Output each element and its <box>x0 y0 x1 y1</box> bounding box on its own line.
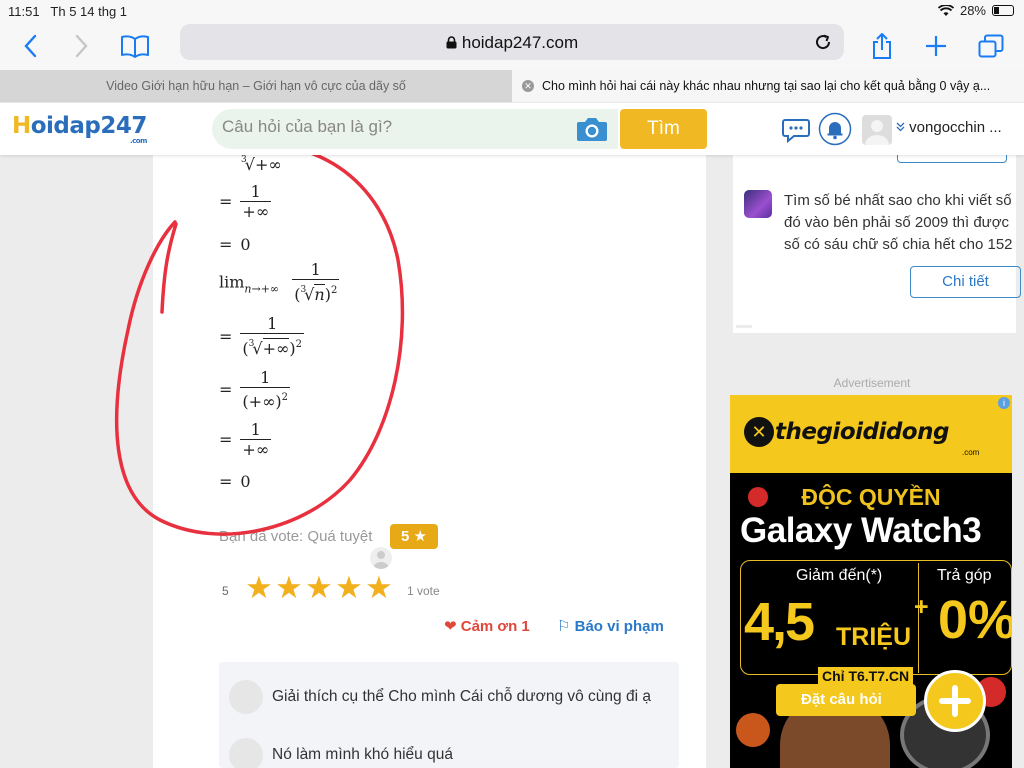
logo-text: Hoidap247 <box>12 113 147 139</box>
ad-brand-suffix: .com <box>962 448 980 457</box>
bell-icon[interactable] <box>818 112 852 146</box>
lock-icon <box>446 36 457 49</box>
wifi-icon <box>937 4 954 16</box>
camera-icon[interactable] <box>576 115 608 148</box>
search-button[interactable]: Tìm <box>620 109 707 149</box>
chevron-down-icon <box>896 122 905 132</box>
back-button[interactable] <box>12 28 48 64</box>
new-tab-button[interactable] <box>918 28 954 64</box>
voter-avatar <box>370 547 392 569</box>
ad-days: Chỉ T6.T7.CN <box>818 667 914 685</box>
book-icon <box>121 35 149 58</box>
sidebar: Tìm số bé nhất sao cho khi viết số đó và… <box>720 149 1024 768</box>
status-bar: 11:51 Th 5 14 thg 1 28% <box>0 0 1024 22</box>
math-line: = 1 +∞ <box>219 182 272 221</box>
math-limit-line: limn→+∞ 1 (3√n)2 <box>219 260 340 304</box>
ad-installment-value: 0% <box>938 590 1012 650</box>
comment-text: Nó làm mình khó hiểu quá <box>272 746 453 763</box>
tab-video-gioi-han[interactable]: Video Giới hạn hữu hạn – Giới hạn vô cực… <box>0 70 512 102</box>
comment-text: Giải thích cụ thể Cho mình Cái chỗ dương… <box>272 688 651 705</box>
your-vote-text: Bạn đã vote: Quá tuyệt <box>219 528 373 545</box>
detail-button[interactable]: Chi tiết <box>910 266 1021 298</box>
reload-icon <box>816 34 831 50</box>
site-header: Hoidap247 .com Tìm vongocchin ... <box>0 103 1024 155</box>
site-logo[interactable]: Hoidap247 .com <box>12 113 147 145</box>
ad-exclusive: ĐỘC QUYỀN <box>801 484 941 510</box>
flag-icon: ⚐ <box>557 618 571 635</box>
comment-avatar <box>229 738 263 768</box>
heart-icon: ❤ <box>444 618 457 635</box>
ad-discount-label: Giảm đến(*) <box>796 567 883 584</box>
thanks-label: Cảm ơn 1 <box>460 618 530 635</box>
ad-brand: thegioididong <box>775 419 949 445</box>
star-icon[interactable]: ★ <box>305 572 333 604</box>
related-question-text[interactable]: Tìm số bé nhất sao cho khi viết số đó và… <box>784 190 1022 256</box>
report-label: Báo vi phạm <box>574 618 664 635</box>
star-icon[interactable]: ★ <box>245 572 273 604</box>
star-icon[interactable]: ★ <box>365 572 393 604</box>
plus-icon <box>926 36 946 56</box>
user-menu[interactable]: vongocchin ... <box>896 119 1002 136</box>
tabs-icon <box>978 34 1004 58</box>
status-right: 28% <box>937 3 1014 18</box>
math-line: = 1 (+∞)2 <box>219 368 291 411</box>
forward-button[interactable] <box>64 28 100 64</box>
url-host: hoidap247.com <box>180 33 844 53</box>
brand-logo-icon: ✕ <box>744 417 774 447</box>
chevron-right-icon <box>75 34 88 58</box>
info-icon[interactable]: i <box>998 397 1010 409</box>
vote-badge: 5 ★ <box>390 524 438 549</box>
comments-section: Giải thích cụ thể Cho mình Cái chỗ dương… <box>219 662 679 768</box>
bookmarks-button[interactable] <box>117 28 153 64</box>
basketball-image <box>736 713 770 747</box>
math-line: = 1 (3√+∞)2 <box>219 314 304 358</box>
battery-icon <box>992 5 1014 16</box>
ad-discount-value: 4,5 <box>744 592 815 652</box>
related-question-card <box>733 323 1016 333</box>
username: vongocchin ... <box>909 119 1002 136</box>
avatar[interactable] <box>862 115 892 145</box>
close-tab-icon[interactable]: ✕ <box>522 80 534 92</box>
ad-installment-label: Trả góp <box>937 567 992 584</box>
share-button[interactable] <box>864 28 900 64</box>
tab-current-question[interactable]: ✕ Cho mình hỏi hai cái này khác nhau như… <box>512 70 1024 102</box>
answer-card: 3√+∞ = 1 +∞ = 0 limn→+∞ 1 (3√n)2 = 1 (3√+∞)2 =… <box>153 154 706 768</box>
ask-question-button[interactable]: Đặt câu hỏi <box>776 684 916 716</box>
address-bar[interactable]: hoidap247.com <box>180 24 844 60</box>
star-icon[interactable]: ★ <box>275 572 303 604</box>
star-icon[interactable]: ★ <box>335 572 363 604</box>
report-button[interactable]: ⚐ Báo vi phạm <box>557 617 664 635</box>
math-line: = 1 +∞ <box>219 420 272 459</box>
tab-label: Cho mình hỏi hai cái này khác nhau nhưng… <box>542 79 991 93</box>
battery-percent: 28% <box>959 3 986 18</box>
rating-value: 5 <box>222 584 229 598</box>
related-question-card: Tìm số bé nhất sao cho khi viết số đó và… <box>733 149 1021 323</box>
status-time: 11:51 Th 5 14 thg 1 <box>8 4 128 19</box>
ask-plus-button[interactable] <box>924 670 986 732</box>
thanks-button[interactable]: ❤ Cảm ơn 1 <box>444 617 530 635</box>
ad-product: Galaxy Watch3 <box>740 511 982 550</box>
share-icon <box>873 33 891 59</box>
tab-bar: Video Giới hạn hữu hạn – Giới hạn vô cực… <box>0 70 1024 102</box>
vote-count: 1 vote <box>407 584 440 598</box>
ad-label: Advertisement <box>833 376 911 390</box>
tab-label: Video Giới hạn hữu hạn – Giới hạn vô cực… <box>106 79 406 93</box>
math-line: = 0 <box>219 472 251 491</box>
search-input[interactable] <box>222 117 562 137</box>
math-line: = 0 <box>219 235 251 254</box>
chat-icon[interactable] <box>782 117 810 143</box>
tabs-overview-button[interactable] <box>973 28 1009 64</box>
math-fragment-top: 3√+∞ <box>241 154 282 174</box>
search-box <box>212 109 618 149</box>
question-thumbnail <box>744 190 772 218</box>
reload-button[interactable] <box>808 27 838 57</box>
ad-discount-unit: TRIỆU <box>836 623 911 651</box>
plus-icon <box>939 685 971 717</box>
comment-avatar <box>229 680 263 714</box>
chevron-left-icon <box>24 34 37 58</box>
browser-toolbar: hoidap247.com <box>0 22 1024 70</box>
ad-plus: + <box>914 593 929 621</box>
logo-suffix: .com <box>129 137 147 145</box>
